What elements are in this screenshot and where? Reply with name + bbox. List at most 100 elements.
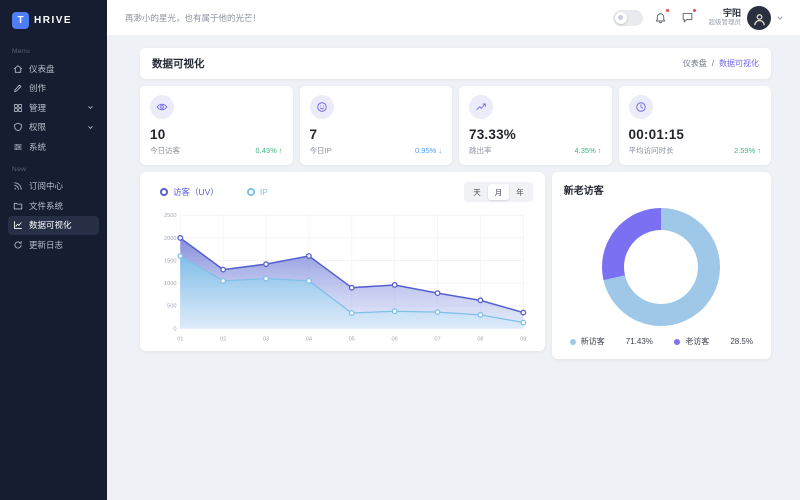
sidebar-item-label: 更新日志 [29,239,63,251]
app-root: T HRIVE Menu 仪表盘 创作 管理 权限 系统 New [0,0,800,500]
svg-text:2500: 2500 [164,213,177,219]
stat-label: 跳出率 [469,145,492,156]
donut-chart-title: 新老访客 [564,182,759,197]
refresh-icon [13,240,23,250]
legend-value: 71.43% [626,337,653,346]
sidebar-item-label: 创作 [29,82,46,94]
stat-label: 今日IP [310,145,332,156]
user-menu[interactable]: 宇阳 超级管理员 [709,8,742,27]
charts-row: 访客（UV） IP 天 月 年 0 500 [140,172,771,359]
theme-toggle-knob [615,12,627,24]
range-button-month[interactable]: 月 [488,184,510,200]
svg-text:02: 02 [220,337,226,343]
eye-icon [150,95,174,119]
sidebar-section-menu: Menu [12,48,95,55]
visitor-donut-card: 新老访客 新访客 71.43% 老访客 28.5% [552,172,771,359]
svg-text:500: 500 [167,304,176,310]
sidebar-item-changelog[interactable]: 更新日志 [8,235,99,255]
legend-item-old-visitors[interactable]: 老访客 28.5% [674,336,753,347]
legend-dot [160,188,168,196]
rss-icon [13,181,23,191]
page-title: 数据可视化 [152,56,205,71]
range-button-year[interactable]: 年 [509,184,531,200]
stat-card-avg-duration: 00:01:15 平均访问时长 2.59%↑ [619,86,772,165]
trend-icon [469,95,493,119]
sidebar: T HRIVE Menu 仪表盘 创作 管理 权限 系统 New [0,0,107,500]
theme-toggle[interactable] [613,10,643,26]
sidebar-item-label: 仪表盘 [29,63,55,75]
notification-badge [665,8,670,13]
svg-text:03: 03 [263,337,269,343]
sidebar-item-data-visualization[interactable]: 数据可视化 [8,216,99,236]
sidebar-item-subscriptions[interactable]: 订阅中心 [8,177,99,197]
smile-icon [310,95,334,119]
arrow-icon: ↑ [598,146,602,155]
chevron-down-icon [87,124,94,131]
user-role: 超级管理员 [709,19,742,27]
stat-label: 今日访客 [150,145,180,156]
svg-text:01: 01 [177,337,183,343]
svg-text:2000: 2000 [164,236,177,242]
legend-value: 28.5% [730,337,753,346]
stat-value: 73.33% [469,127,602,142]
range-segmented-control: 天 月 年 [464,182,533,202]
sidebar-item-system[interactable]: 系统 [8,137,99,157]
sidebar-item-dashboard[interactable]: 仪表盘 [8,59,99,79]
sidebar-item-permissions[interactable]: 权限 [8,118,99,138]
user-name: 宇阳 [709,8,742,19]
chevron-down-icon[interactable] [776,14,784,22]
greeting-text: 再渺小的星光，也有属于他的光芒！ [123,12,613,24]
legend-item-new-visitors[interactable]: 新访客 71.43% [570,336,653,347]
shield-icon [13,122,23,132]
svg-text:05: 05 [349,337,355,343]
legend-item-ip[interactable]: IP [247,186,268,198]
sidebar-item-manage[interactable]: 管理 [8,98,99,118]
chevron-down-icon [87,104,94,111]
logo-text: HRIVE [34,15,72,26]
svg-text:07: 07 [434,337,440,343]
uv-ip-chart[interactable]: 05001000150020002500010203040506070809 [152,204,533,347]
sidebar-item-files[interactable]: 文件系统 [8,196,99,216]
sidebar-item-label: 权限 [29,121,46,133]
stat-value: 10 [150,127,283,142]
pencil-icon [13,83,23,93]
page-header: 数据可视化 仪表盘 / 数据可视化 [140,48,771,79]
bell-icon [654,11,667,24]
page-content: 数据可视化 仪表盘 / 数据可视化 10 今日访客 0.43%↑ [107,36,800,500]
breadcrumb-separator: / [712,59,714,68]
notifications-button[interactable] [652,9,670,27]
avatar[interactable] [747,6,771,30]
legend-dot [247,188,255,196]
sidebar-section-new: New [12,166,95,173]
donut-chart[interactable] [602,208,720,326]
svg-text:1500: 1500 [164,258,177,264]
svg-text:1000: 1000 [164,281,177,287]
donut-legend: 新访客 71.43% 老访客 28.5% [564,334,759,347]
grid-icon [13,103,23,113]
stat-delta: 0.95%↓ [415,146,442,155]
svg-text:0: 0 [173,326,176,332]
topbar: 再渺小的星光，也有属于他的光芒！ 宇阳 超级管理员 [107,0,800,36]
home-icon [13,64,23,74]
breadcrumb-parent[interactable]: 仪表盘 [683,58,707,69]
stat-label: 平均访问时长 [629,145,674,156]
sidebar-item-label: 数据可视化 [29,219,72,231]
stat-value: 7 [310,127,443,142]
message-badge [692,8,697,13]
main-area: 再渺小的星光，也有属于他的光芒！ 宇阳 超级管理员 数据可视化 [107,0,800,500]
range-button-day[interactable]: 天 [466,184,488,200]
arrow-icon: ↑ [279,146,283,155]
svg-text:08: 08 [477,337,483,343]
stat-card-bounce-rate: 73.33% 跳出率 4.35%↑ [459,86,612,165]
stat-card-visitors: 10 今日访客 0.43%↑ [140,86,293,165]
svg-text:06: 06 [392,337,398,343]
sidebar-item-label: 管理 [29,102,46,114]
clock-icon [629,95,653,119]
svg-text:04: 04 [306,337,312,343]
sidebar-item-create[interactable]: 创作 [8,79,99,99]
messages-button[interactable] [679,9,697,27]
legend-item-uv[interactable]: 访客（UV） [160,186,219,198]
sliders-icon [13,142,23,152]
logo-icon: T [12,12,29,29]
app-logo[interactable]: T HRIVE [8,10,99,39]
